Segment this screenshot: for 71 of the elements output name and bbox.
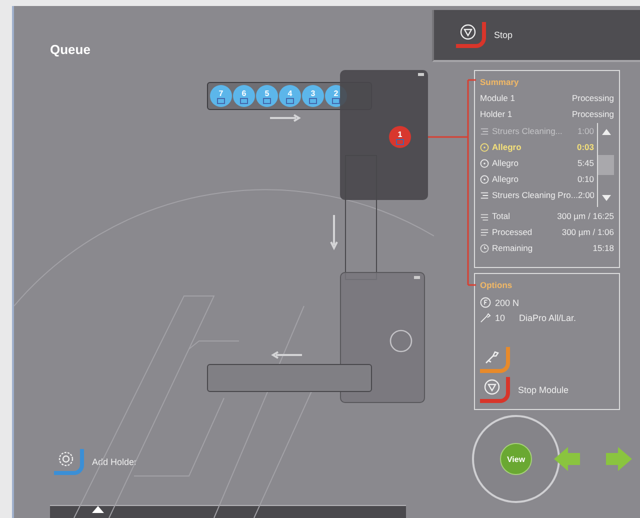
total-value: 300 µm / 16:25: [557, 211, 614, 221]
summary-title: Summary: [480, 77, 520, 89]
options-title: Options: [480, 280, 514, 292]
status-label: Holder 1: [480, 109, 512, 119]
holder-marker[interactable]: 1: [389, 126, 411, 148]
stop-button[interactable]: Stop: [456, 22, 513, 48]
scroll-thumb[interactable]: [598, 155, 614, 175]
module-box[interactable]: [340, 272, 425, 403]
up-triangle-icon[interactable]: [92, 506, 104, 513]
holder-marker[interactable]: 3: [302, 85, 324, 107]
scrollbar[interactable]: [597, 123, 614, 207]
holder-icon: [263, 98, 271, 104]
holder-marker[interactable]: 5: [256, 85, 278, 107]
holder-number: 7: [218, 88, 224, 98]
bottom-bar[interactable]: [50, 505, 406, 518]
ring-icon: [389, 329, 413, 353]
holder-icon: [217, 98, 225, 104]
scroll-down-icon[interactable]: [602, 195, 610, 201]
total-label: Processed: [492, 227, 532, 237]
total-value: 300 µm / 1:06: [562, 227, 614, 237]
stack-icon: [480, 228, 489, 236]
holder-icon: [309, 98, 317, 104]
force-icon: [480, 297, 491, 308]
previous-arrow-icon[interactable]: [554, 447, 582, 471]
total-value: 15:18: [592, 243, 614, 253]
queue-item[interactable]: Struers Cleaning Pro...2:00: [480, 187, 594, 203]
holder-icon: [396, 138, 404, 144]
holder-number: 1: [398, 130, 402, 138]
clock-icon: [480, 244, 489, 252]
down-arrow-icon: [330, 215, 338, 251]
dose-count: 10: [495, 312, 506, 322]
queue-item[interactable]: Struers Cleaning... 1:00: [480, 123, 594, 139]
stop-icon: [484, 379, 500, 395]
holder-number: 5: [264, 88, 270, 98]
status-value: Processing: [572, 109, 614, 119]
status-value: Processing: [572, 93, 614, 103]
holder-marker[interactable]: 6: [233, 85, 255, 107]
stop-module-button[interactable]: Stop Module: [480, 377, 614, 403]
view-dial[interactable]: View: [472, 415, 560, 503]
stop-icon: [460, 24, 476, 40]
holder-icon: [332, 98, 340, 104]
holder-number: 4: [288, 88, 292, 98]
add-holder-button[interactable]: Add Holder: [54, 449, 138, 475]
holder-marker[interactable]: 4: [279, 85, 301, 107]
dropper-icon: [480, 312, 491, 323]
total-label: Remaining: [492, 243, 533, 253]
force-value: 200 N: [495, 298, 520, 308]
queue-item[interactable]: Allegro 5:45: [480, 155, 594, 171]
gear-icon: [58, 451, 74, 467]
scroll-up-icon[interactable]: [602, 129, 610, 135]
holder-number: 6: [242, 88, 246, 98]
wrench-icon: [484, 349, 500, 365]
holder-icon: [286, 98, 294, 104]
right-arrow-icon: [270, 114, 302, 122]
holder-number: 2: [334, 88, 338, 98]
queue-title: Queue: [50, 42, 92, 57]
lines-icon: [480, 190, 489, 200]
holder-marker[interactable]: 7: [210, 85, 232, 107]
holder-number: 3: [310, 88, 316, 98]
view-button[interactable]: View: [500, 443, 532, 475]
holder-icon: [240, 98, 248, 104]
queue-item[interactable]: Allegro 0:03: [480, 139, 594, 155]
next-arrow-icon[interactable]: [604, 447, 632, 471]
lines-icon: [480, 126, 489, 136]
left-arrow-icon: [270, 351, 302, 359]
queue-item[interactable]: Allegro 0:10: [480, 171, 594, 187]
status-label: Module 1: [480, 93, 515, 103]
stack-icon: [480, 212, 489, 220]
module-box[interactable]: 1: [340, 70, 428, 200]
total-label: Total: [492, 211, 510, 221]
consumable-name: DiaPro All/Lar.: [519, 312, 576, 322]
